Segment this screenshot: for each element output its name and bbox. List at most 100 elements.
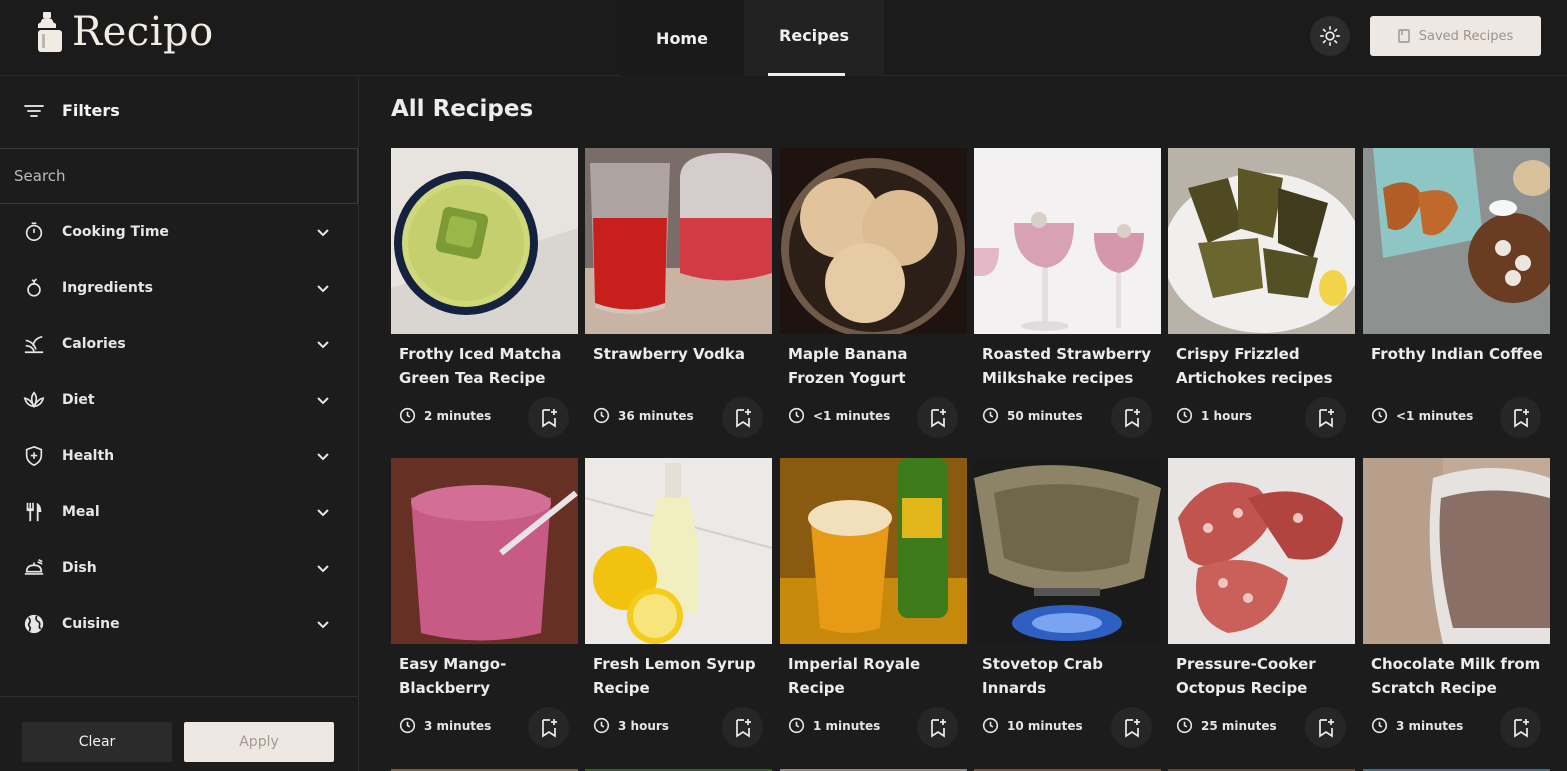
recipe-title[interactable]: Pressure-Cooker Octopus Recipe [1176,652,1348,700]
theme-toggle-button[interactable] [1310,16,1350,56]
apply-button[interactable]: Apply [184,722,334,762]
recipe-card[interactable]: Frothy Indian Coffee <1 minutes [1363,148,1550,448]
recipe-title[interactable]: Easy Mango-Blackberry Smoothie… [399,652,571,700]
saved-recipes-label: Saved Recipes [1418,28,1514,44]
clock-icon [788,717,805,734]
recipe-image[interactable] [391,148,578,334]
chevron-down-icon[interactable] [314,279,332,297]
recipe-time: 50 minutes [982,407,1083,424]
clock-icon [1176,407,1193,424]
nav-tab-home[interactable]: Home [620,0,744,76]
clock-icon [1371,407,1388,424]
recipe-title[interactable]: Frothy Indian Coffee [1371,342,1543,366]
recipe-card[interactable]: Maple Banana Frozen Yogurt <1 minutes [780,148,967,448]
recipe-card[interactable]: Strawberry Vodka 36 minutes [585,148,772,448]
bookmark-add-button[interactable] [1500,397,1541,438]
recipe-image[interactable] [1363,458,1550,644]
chevron-down-icon[interactable] [314,559,332,577]
recipe-image[interactable] [1168,148,1355,334]
recipe-image[interactable] [974,148,1161,334]
recipe-card[interactable]: Frothy Iced Matcha Green Tea Recipe 2 mi… [391,148,578,448]
filter-label: Calories [62,336,126,352]
stopwatch-icon [22,220,46,244]
recipe-title[interactable]: Stovetop Crab Innards [982,652,1154,700]
filter-label: Meal [62,504,100,520]
recipe-card[interactable]: Imperial Royale Recipe 1 minutes [780,458,967,758]
recipe-image[interactable] [1363,148,1550,334]
bookmark-add-button[interactable] [917,397,958,438]
recipe-image[interactable] [585,458,772,644]
recipe-card[interactable]: Roasted Strawberry Milkshake recipes 50 … [974,148,1161,448]
recipe-image[interactable] [974,458,1161,644]
recipe-title[interactable]: Frothy Iced Matcha Green Tea Recipe [399,342,571,390]
bookmark-add-button[interactable] [1111,707,1152,748]
recipe-image[interactable] [780,458,967,644]
globe-icon [22,612,46,636]
chevron-down-icon[interactable] [314,447,332,465]
filter-health[interactable]: Health [22,436,332,476]
chevron-down-icon[interactable] [314,503,332,521]
nav-tab-recipes[interactable]: Recipes [744,0,884,76]
bookmark-add-icon [735,718,751,738]
filter-label: Cooking Time [62,224,169,240]
recipe-title[interactable]: Maple Banana Frozen Yogurt [788,342,960,390]
recipe-image[interactable] [780,148,967,334]
recipe-title[interactable]: Crispy Frizzled Artichokes recipes [1176,342,1348,390]
filter-diet[interactable]: Diet [22,380,332,420]
filter-ingredients[interactable]: Ingredients [22,268,332,308]
filter-cuisine[interactable]: Cuisine [22,604,332,644]
recipe-card[interactable]: Pressure-Cooker Octopus Recipe 25 minute… [1168,458,1355,758]
recipe-card[interactable]: Easy Mango-Blackberry Smoothie… 3 minute… [391,458,578,758]
clear-button[interactable]: Clear [22,722,172,762]
serving-dish-icon [22,556,46,580]
bookmark-add-button[interactable] [722,397,763,438]
chevron-down-icon[interactable] [314,335,332,353]
filters-heading: Filters [24,101,120,120]
bookmark-add-button[interactable] [722,707,763,748]
recipe-title[interactable]: Roasted Strawberry Milkshake recipes [982,342,1154,390]
filter-dish[interactable]: Dish [22,548,332,588]
recipe-image[interactable] [1168,458,1355,644]
recipe-title[interactable]: Strawberry Vodka [593,342,765,366]
top-header: Recipo Home Recipes Saved Recipes [0,0,1567,76]
recipe-time: <1 minutes [1371,407,1473,424]
recipe-time-label: 2 minutes [424,408,492,423]
recipe-time-label: 3 hours [618,718,669,733]
chevron-down-icon[interactable] [314,223,332,241]
saved-recipes-button[interactable]: Saved Recipes [1370,16,1541,56]
recipe-card[interactable]: Stovetop Crab Innards 10 minutes [974,458,1161,758]
ingredient-icon [22,276,46,300]
bookmark-add-icon [1124,718,1140,738]
clock-icon [399,407,416,424]
bookmark-add-button[interactable] [528,707,569,748]
leaf-icon [22,332,46,356]
chevron-down-icon[interactable] [314,391,332,409]
bookmark-add-button[interactable] [1500,707,1541,748]
bookmark-add-button[interactable] [1305,397,1346,438]
app-logo[interactable]: Recipo [36,10,214,54]
recipe-image[interactable] [585,148,772,334]
recipe-card[interactable]: Crispy Frizzled Artichokes recipes 1 hou… [1168,148,1355,448]
recipe-title[interactable]: Chocolate Milk from Scratch Recipe [1371,652,1543,700]
bookmark-add-button[interactable] [528,397,569,438]
search-input[interactable] [0,148,358,204]
filter-calories[interactable]: Calories [22,324,332,364]
recipe-time-label: 25 minutes [1201,718,1277,733]
clock-icon [1371,717,1388,734]
recipe-image[interactable] [391,458,578,644]
filter-cooking-time[interactable]: Cooking Time [22,212,332,252]
recipe-card[interactable]: Fresh Lemon Syrup Recipe 3 hours [585,458,772,758]
chef-jar-icon [38,12,62,52]
clock-icon [788,407,805,424]
bookmark-add-button[interactable] [1305,707,1346,748]
bookmark-add-icon [1513,408,1529,428]
chevron-down-icon[interactable] [314,615,332,633]
clock-icon [399,717,416,734]
recipe-title[interactable]: Fresh Lemon Syrup Recipe [593,652,765,700]
recipe-title[interactable]: Imperial Royale Recipe [788,652,960,700]
recipe-time-label: <1 minutes [1396,408,1474,423]
bookmark-add-button[interactable] [1111,397,1152,438]
recipe-card[interactable]: Chocolate Milk from Scratch Recipe 3 min… [1363,458,1550,758]
filter-meal[interactable]: Meal [22,492,332,532]
bookmark-add-button[interactable] [917,707,958,748]
